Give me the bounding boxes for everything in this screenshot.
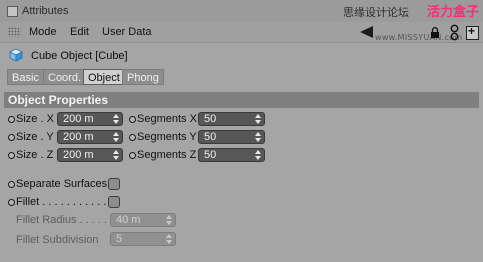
window-title: Attributes — [22, 5, 69, 17]
spinner-arrows-icon[interactable] — [113, 114, 119, 124]
segments-z-field[interactable]: 50 — [198, 148, 265, 162]
cube-icon — [9, 48, 23, 62]
spinner-arrows-icon — [166, 234, 172, 244]
spinner-arrows-icon[interactable] — [113, 132, 119, 142]
watermark-brand: 活力盒子 — [426, 5, 479, 20]
link-icon[interactable] — [449, 24, 460, 41]
size-y-label: Size . Y — [16, 131, 54, 143]
fillet-subdivision-label: Fillet Subdivision — [16, 234, 99, 246]
segments-x-field[interactable]: 50 — [198, 112, 265, 126]
fillet-label: Fillet . . . . . . . . . . . . — [16, 196, 113, 208]
size-y-value: 200 m — [63, 131, 94, 143]
watermark-text: 思缘设计论坛 — [343, 6, 409, 19]
segments-z-value: 50 — [204, 149, 217, 161]
size-y-field[interactable]: 200 m — [57, 130, 123, 144]
segments-y-field[interactable]: 50 — [198, 130, 265, 144]
section-title: Object Properties — [8, 93, 109, 107]
spinner-arrows-icon[interactable] — [255, 132, 261, 142]
menu-edit[interactable]: Edit — [70, 26, 89, 38]
size-x-field[interactable]: 200 m — [57, 112, 123, 126]
segments-y-label: Segments Y — [137, 131, 197, 143]
tab-object[interactable]: Object — [83, 69, 125, 85]
fillet-subdivision-value: 5 — [116, 233, 123, 245]
tab-basic[interactable]: Basic — [7, 69, 44, 85]
segments-y-value: 50 — [204, 131, 217, 143]
size-x-label: Size . X — [16, 113, 54, 125]
new-window-icon[interactable] — [466, 24, 479, 40]
spinner-arrows-icon[interactable] — [255, 150, 261, 160]
window-menu-icon[interactable] — [7, 6, 18, 17]
tab-phong[interactable]: Phong — [122, 69, 164, 85]
tab-coord[interactable]: Coord. — [43, 69, 87, 85]
fillet-radius-value: 40 m — [116, 214, 141, 226]
grip-icon[interactable] — [8, 27, 21, 37]
segments-x-label: Segments X — [137, 113, 197, 125]
lock-icon[interactable] — [430, 27, 440, 38]
size-z-value: 200 m — [63, 149, 94, 161]
size-z-label: Size . Z — [16, 149, 54, 161]
animate-dot-separate-surfaces[interactable] — [8, 181, 15, 188]
spinner-arrows-icon — [166, 215, 172, 225]
spinner-arrows-icon[interactable] — [255, 114, 261, 124]
size-z-field[interactable]: 200 m — [57, 148, 123, 162]
fillet-radius-label: Fillet Radius . . . . . — [16, 214, 108, 226]
animate-dot-segments-y[interactable] — [129, 134, 136, 141]
menu-user-data[interactable]: User Data — [102, 26, 152, 38]
spinner-arrows-icon[interactable] — [113, 150, 119, 160]
fillet-checkbox[interactable] — [108, 196, 120, 208]
fillet-radius-field: 40 m — [110, 213, 176, 227]
separate-surfaces-label: Separate Surfaces — [16, 178, 108, 190]
back-arrow-icon[interactable] — [360, 26, 373, 38]
animate-dot-size-x[interactable] — [8, 116, 15, 123]
animate-dot-fillet[interactable] — [8, 199, 15, 206]
segments-x-value: 50 — [204, 113, 217, 125]
fillet-subdivision-field: 5 — [110, 232, 176, 246]
animate-dot-size-z[interactable] — [8, 152, 15, 159]
menu-mode[interactable]: Mode — [29, 26, 57, 38]
size-x-value: 200 m — [63, 113, 94, 125]
animate-dot-size-y[interactable] — [8, 134, 15, 141]
segments-z-label: Segments Z — [137, 149, 197, 161]
title-bar — [0, 0, 483, 23]
object-name: Cube Object [Cube] — [31, 50, 128, 62]
separate-surfaces-checkbox[interactable] — [108, 178, 120, 190]
animate-dot-segments-z[interactable] — [129, 152, 136, 159]
animate-dot-segments-x[interactable] — [129, 116, 136, 123]
